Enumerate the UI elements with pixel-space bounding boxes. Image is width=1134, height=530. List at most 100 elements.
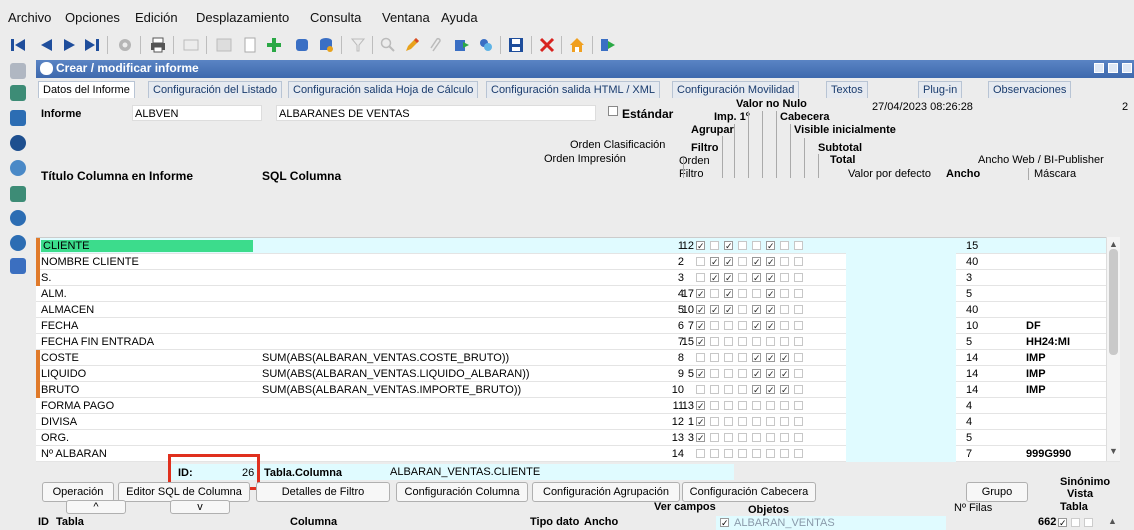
row-checkbox[interactable]: [710, 417, 719, 426]
row-checkbox[interactable]: [738, 241, 747, 250]
row-titulo[interactable]: ALMACEN: [41, 304, 94, 316]
row-titulo[interactable]: COSTE: [41, 352, 79, 364]
save-icon[interactable]: [506, 35, 526, 55]
row-checkbox[interactable]: ✓: [696, 401, 705, 411]
row-checkbox[interactable]: [780, 321, 789, 330]
row-checkbox[interactable]: [780, 241, 789, 250]
row-ancho[interactable]: 10: [966, 320, 978, 332]
row-checkbox[interactable]: [724, 401, 733, 410]
row-checkbox[interactable]: [738, 417, 747, 426]
row-mascara[interactable]: IMP: [1026, 384, 1046, 396]
database-save-icon[interactable]: [316, 35, 336, 55]
row-checkbox[interactable]: [780, 305, 789, 314]
row-filtro[interactable]: 13: [664, 400, 694, 412]
row-checkbox[interactable]: ✓: [724, 257, 733, 267]
row-checkbox[interactable]: [794, 289, 803, 298]
estandar-checkbox[interactable]: [608, 106, 618, 116]
row-checkbox[interactable]: [766, 417, 775, 426]
row-checkbox[interactable]: [794, 369, 803, 378]
row-checkbox[interactable]: ✓: [752, 369, 761, 379]
table-row[interactable]: CLIENTE 1 12 ✓ ✓ ✓ 15: [36, 238, 1120, 254]
row-checkbox[interactable]: ✓: [724, 289, 733, 299]
row-checkbox[interactable]: ✓: [780, 353, 789, 363]
row-filtro[interactable]: 10: [664, 304, 694, 316]
row-checkbox[interactable]: ✓: [710, 305, 719, 315]
row-valor-defecto[interactable]: [846, 414, 956, 430]
tab-datos-informe[interactable]: Datos del Informe: [38, 81, 135, 98]
row-orden[interactable]: 3: [616, 272, 684, 284]
first-record-icon[interactable]: [8, 35, 28, 55]
row-ancho[interactable]: 40: [966, 304, 978, 316]
row-checkbox[interactable]: [738, 321, 747, 330]
row-checkbox[interactable]: [794, 321, 803, 330]
informe-name-field[interactable]: ALBARANES DE VENTAS: [276, 105, 596, 121]
menu-edicion[interactable]: Edición: [135, 10, 178, 25]
home-icon[interactable]: [567, 35, 587, 55]
row-checkbox[interactable]: ✓: [766, 273, 775, 283]
row-checkbox[interactable]: [724, 337, 733, 346]
table-row[interactable]: COSTE SUM(ABS(ALBARAN_VENTAS.COSTE_BRUTO)…: [36, 350, 1120, 366]
table-row[interactable]: BRUTO SUM(ABS(ALBARAN_VENTAS.IMPORTE_BRUT…: [36, 382, 1120, 398]
row-checkbox[interactable]: [738, 273, 747, 282]
row-checkbox[interactable]: ✓: [696, 305, 705, 315]
row-checkbox[interactable]: [794, 241, 803, 250]
row-checkbox[interactable]: [794, 273, 803, 282]
delete-icon[interactable]: [537, 35, 557, 55]
row-checkbox[interactable]: [794, 449, 803, 458]
scroll-down-icon[interactable]: ▼: [1109, 446, 1118, 456]
row-checkbox[interactable]: [780, 449, 789, 458]
row-checkbox[interactable]: [780, 401, 789, 410]
editor-sql-button[interactable]: Editor SQL de Columna: [118, 482, 250, 502]
close-icon[interactable]: [1122, 63, 1132, 73]
objeto-checkbox[interactable]: ✓: [720, 518, 729, 528]
row-checkbox[interactable]: [710, 321, 719, 330]
row-checkbox[interactable]: [724, 353, 733, 362]
row-checkbox[interactable]: ✓: [752, 273, 761, 283]
tab-movilidad[interactable]: Configuración Movilidad: [672, 81, 800, 98]
row-valor-defecto[interactable]: [846, 366, 956, 382]
row-orden[interactable]: 14: [616, 448, 684, 460]
row-checkbox[interactable]: [780, 417, 789, 426]
row-valor-defecto[interactable]: [846, 318, 956, 334]
row-checkbox[interactable]: [794, 257, 803, 266]
row-valor-defecto[interactable]: [846, 270, 956, 286]
table-row[interactable]: FORMA PAGO 11 13 ✓ 4: [36, 398, 1120, 414]
row-ancho[interactable]: 14: [966, 384, 978, 396]
row-checkbox[interactable]: [710, 401, 719, 410]
table-row[interactable]: ALM. 4 17 ✓ ✓ ✓ 5: [36, 286, 1120, 302]
search-icon[interactable]: [378, 35, 398, 55]
menu-opciones[interactable]: Opciones: [65, 10, 120, 25]
network-icon[interactable]: [10, 160, 26, 176]
table-row[interactable]: ALMACEN 5 10 ✓ ✓ ✓ ✓ ✓ 40: [36, 302, 1120, 318]
row-checkbox[interactable]: ✓: [696, 241, 705, 251]
row-checkbox[interactable]: ✓: [766, 289, 775, 299]
row-ancho[interactable]: 5: [966, 336, 972, 348]
scroll-up-icon[interactable]: ▲: [1109, 239, 1118, 249]
clip-icon[interactable]: [426, 35, 446, 55]
grupo-button[interactable]: Grupo: [966, 482, 1028, 502]
row-orden[interactable]: 8: [616, 352, 684, 364]
row-checkbox[interactable]: ✓: [696, 433, 705, 443]
operacion-button[interactable]: Operación: [42, 482, 114, 502]
print-icon[interactable]: [148, 35, 168, 55]
table-row[interactable]: LIQUIDO SUM(ABS(ALBARAN_VENTAS.LIQUIDO_AL…: [36, 366, 1120, 382]
row-checkbox[interactable]: ✓: [724, 273, 733, 283]
row-filtro[interactable]: 7: [664, 320, 694, 332]
globe-icon[interactable]: [10, 135, 26, 151]
configuracion-columna-button[interactable]: Configuración Columna: [396, 482, 528, 502]
row-ancho[interactable]: 5: [966, 432, 972, 444]
row-checkbox[interactable]: ✓: [780, 369, 789, 379]
row-checkbox[interactable]: ✓: [780, 385, 789, 395]
next-record-icon[interactable]: [60, 35, 80, 55]
list-scroll-up-icon[interactable]: ▲: [1108, 516, 1117, 526]
row-checkbox[interactable]: [780, 337, 789, 346]
table-row[interactable]: DIVISA 12 1 ✓ 4: [36, 414, 1120, 430]
row-checkbox[interactable]: [752, 449, 761, 458]
row-checkbox[interactable]: ✓: [766, 321, 775, 331]
row-checkbox[interactable]: [738, 337, 747, 346]
row-sql[interactable]: SUM(ABS(ALBARAN_VENTAS.LIQUIDO_ALBARAN)): [262, 368, 530, 380]
database-icon[interactable]: [10, 210, 26, 226]
row-checkbox[interactable]: [766, 433, 775, 442]
row-checkbox[interactable]: ✓: [696, 417, 705, 427]
row-checkbox[interactable]: [752, 401, 761, 410]
